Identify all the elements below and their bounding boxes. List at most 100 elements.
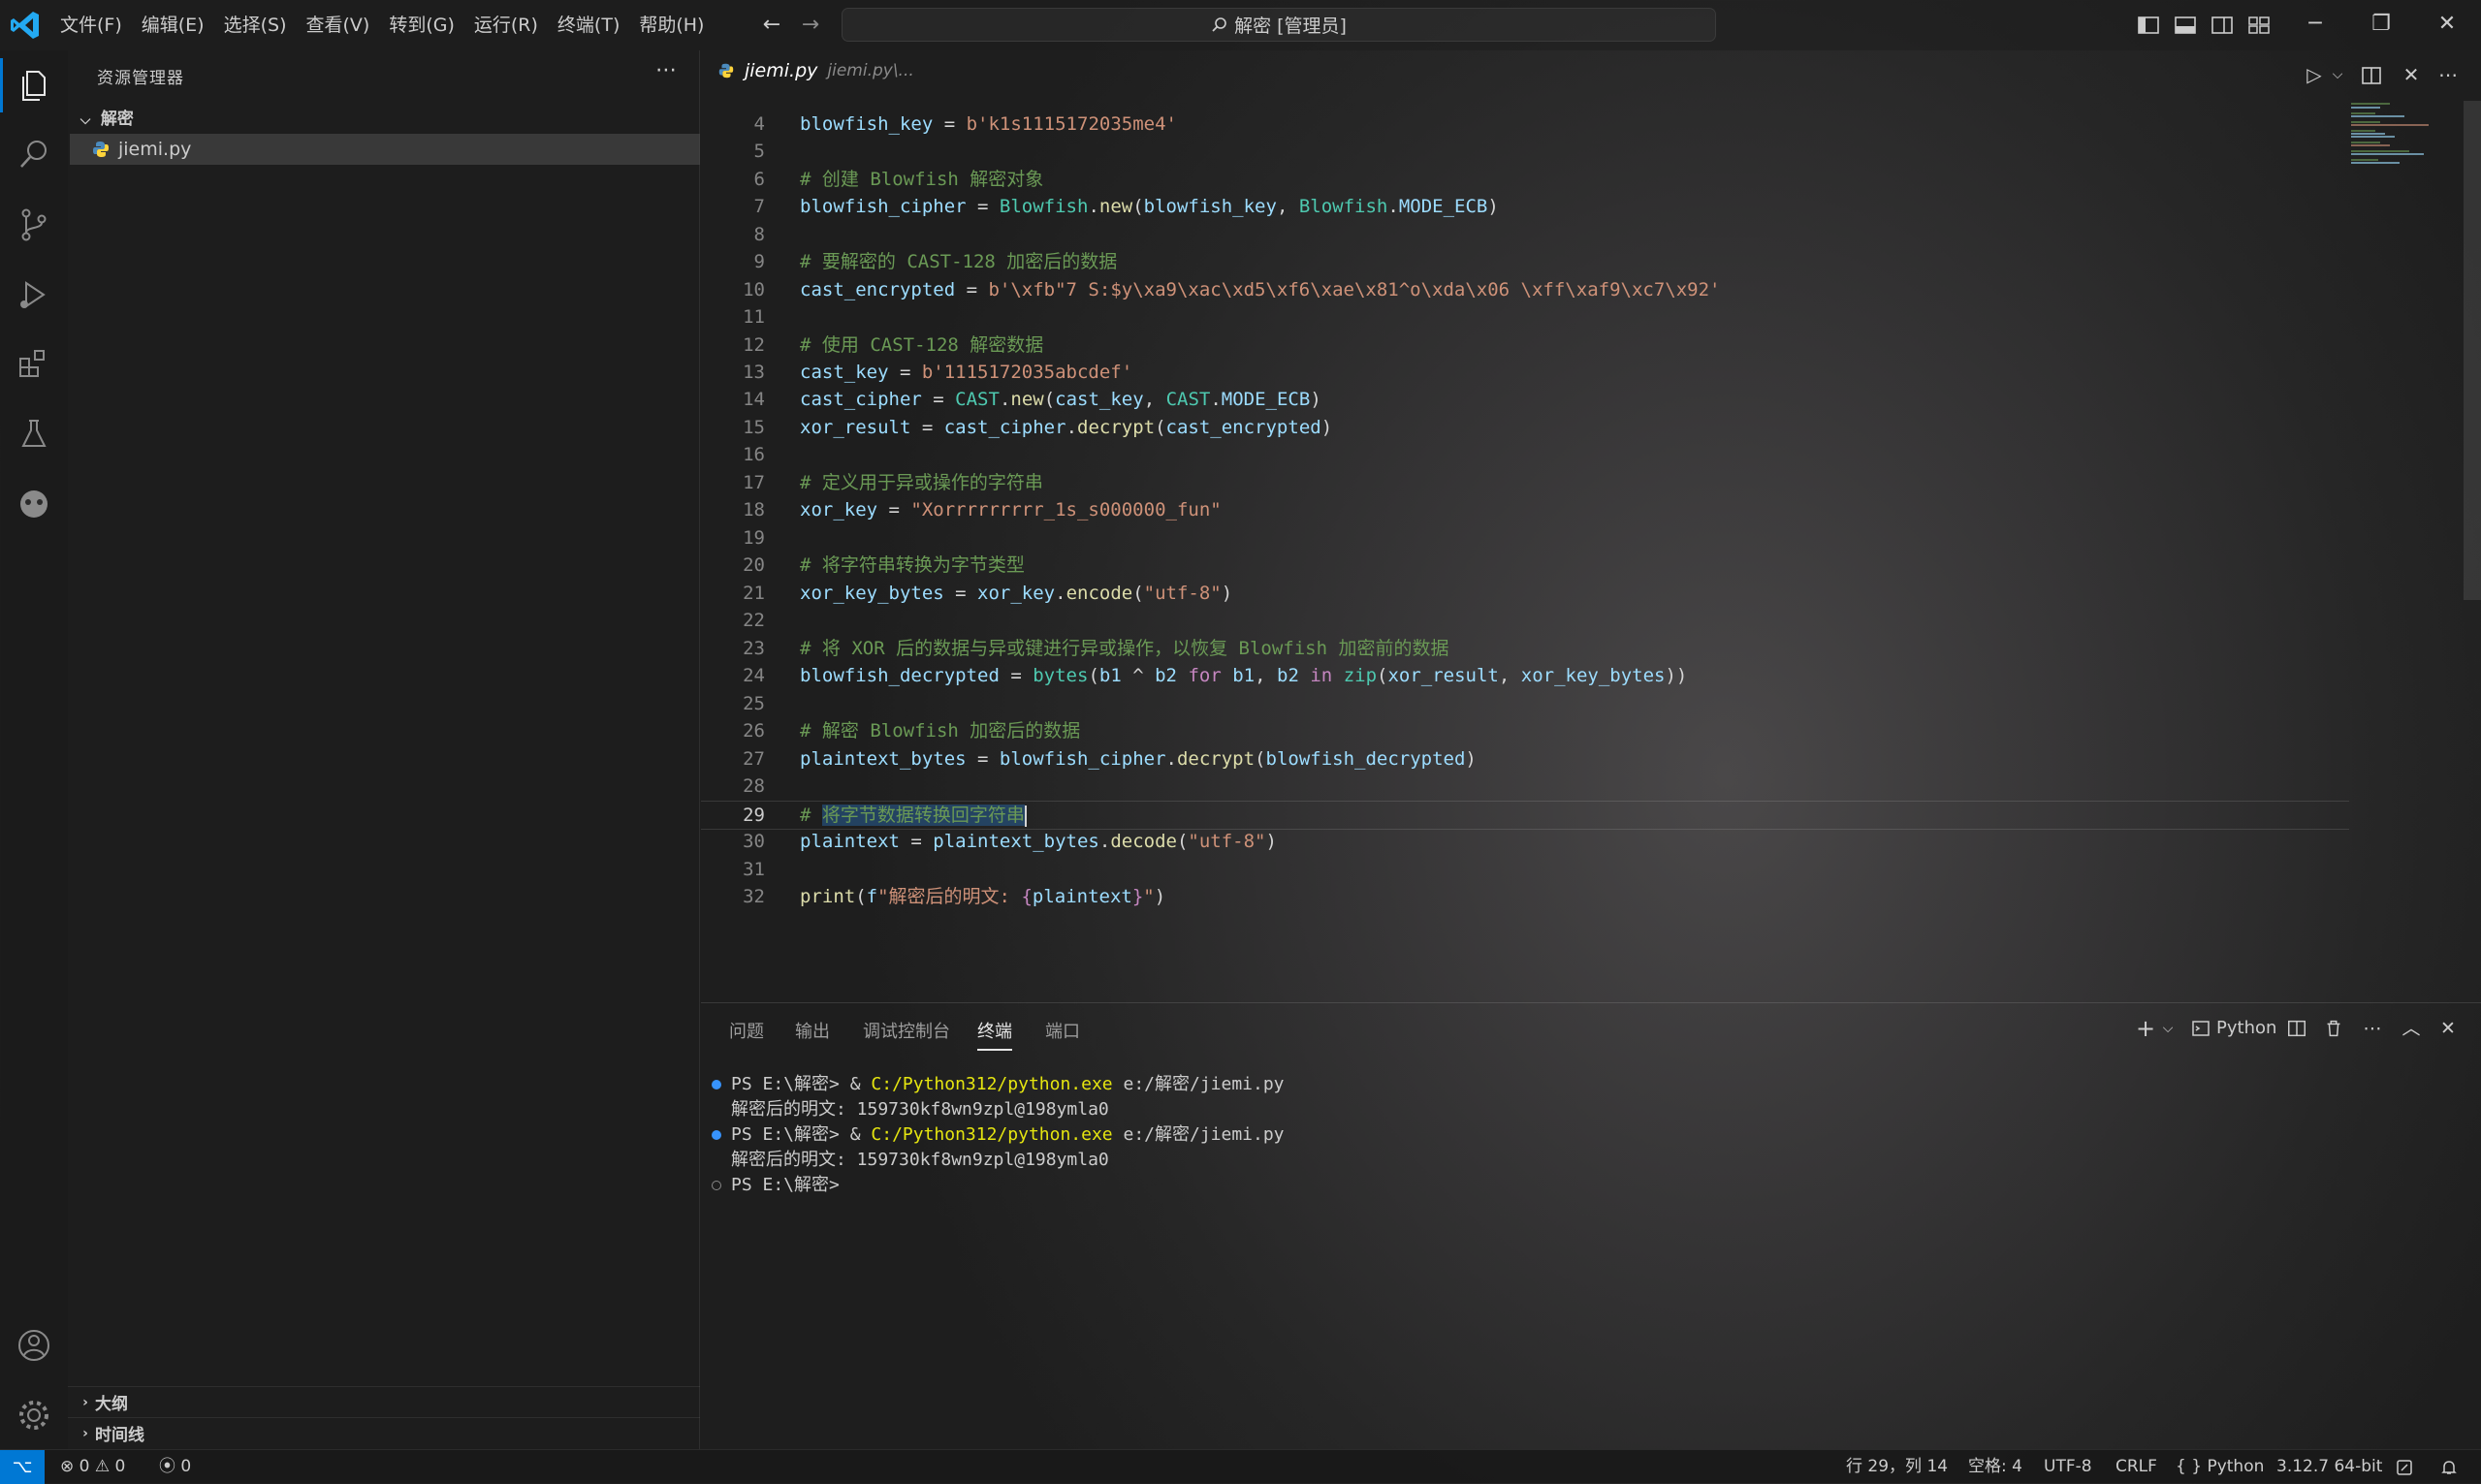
search-text: 解密 [管理员] — [1234, 16, 1347, 37]
terminal-line: 解密后的明文: 159730kf8wn9zpl@198ymla0 — [731, 1150, 1109, 1170]
tab-terminal[interactable]: 终端 — [977, 1018, 1012, 1051]
tab-path: jiemi.py\... — [827, 61, 914, 80]
maximize-panel-icon[interactable]: ︿ — [2397, 1014, 2426, 1043]
file-name: jiemi.py — [118, 139, 192, 160]
close-tab-icon[interactable]: ✕ — [2397, 60, 2426, 89]
toggle-primary-sidebar-icon[interactable] — [2135, 12, 2162, 39]
code-editor[interactable]: 4 blowfish_key = b'k1s1115172035me4' 5 6 #… — [701, 101, 2349, 1002]
language-mode[interactable]: { } Python — [2176, 1450, 2264, 1484]
close-panel-icon[interactable]: ✕ — [2433, 1014, 2463, 1043]
folder-row[interactable]: ⌵ 解密 — [68, 105, 700, 134]
editor-tab-bar — [701, 50, 2481, 101]
active-indicator — [0, 58, 3, 112]
tab-debug-console[interactable]: 调试控制台 — [863, 1018, 950, 1043]
python-file-icon — [93, 142, 109, 157]
minimap[interactable] — [2351, 101, 2467, 169]
code-line: 20 # 将字符串转换为字节类型 — [743, 554, 1025, 576]
code-line: 12 # 使用 CAST-128 解密数据 — [743, 334, 1044, 356]
back-arrow-icon[interactable]: ← — [756, 10, 787, 41]
menu-edit[interactable]: 编辑(E) — [132, 0, 214, 50]
code-line: 9 # 要解密的 CAST-128 加密后的数据 — [753, 251, 1118, 272]
code-line: 6 # 创建 Blowfish 解密对象 — [753, 169, 1044, 190]
terminal-dropdown-icon[interactable]: ⌵ — [2158, 1014, 2178, 1043]
tab-ports[interactable]: 端口 — [1045, 1018, 1080, 1043]
code-line: 16 — [743, 444, 765, 465]
braces-icon: { } — [2176, 1457, 2203, 1476]
settings-gear-icon[interactable] — [13, 1394, 55, 1437]
problems-status[interactable]: ⊗ 0 ⚠ 0 — [60, 1450, 125, 1484]
indentation[interactable]: 空格: 4 — [1968, 1450, 2022, 1484]
code-line: 4 blowfish_key = b'k1s1115172035me4' — [753, 113, 1177, 135]
code-line: 8 — [753, 224, 765, 245]
code-line: 10 cast_encrypted = b'\xfb"7 S:$y\xa9\xac… — [743, 279, 1721, 300]
command-center-search[interactable]: 解密 [管理员] — [842, 8, 1716, 42]
tab-title: jiemi.py — [745, 60, 818, 81]
timeline-section[interactable]: › 时间线 — [68, 1417, 700, 1448]
explorer-icon[interactable] — [13, 64, 55, 107]
toggle-secondary-sidebar-icon[interactable] — [2209, 12, 2236, 39]
run-debug-icon[interactable] — [13, 273, 55, 316]
search-view-icon[interactable] — [13, 134, 55, 176]
remote-icon[interactable]: ⌥ — [0, 1450, 45, 1484]
copilot-status-icon[interactable] — [2395, 1458, 2414, 1477]
folder-name: 解密 — [100, 110, 134, 129]
terminal-line: PS E:\解密> & C:/Python312/python.exe e:/解… — [712, 1072, 2457, 1097]
code-line: 25 — [743, 693, 765, 714]
editor-scrollbar[interactable] — [2464, 101, 2481, 600]
code-line: 32 print(f"解密后的明文: {plaintext}") — [743, 886, 1166, 907]
ports-status[interactable]: ⦿ 0 — [159, 1450, 191, 1484]
editor-more-icon[interactable]: ⋯ — [2433, 60, 2463, 89]
split-terminal-icon[interactable] — [2286, 1018, 2307, 1039]
menu-run[interactable]: 运行(R) — [464, 0, 548, 50]
encoding[interactable]: UTF-8 — [2044, 1450, 2092, 1484]
panel-more-icon[interactable]: ⋯ — [2358, 1014, 2387, 1043]
menu-file[interactable]: 文件(F) — [50, 0, 132, 50]
customize-layout-icon[interactable] — [2245, 12, 2273, 39]
source-control-icon[interactable] — [13, 204, 55, 246]
extensions-icon[interactable] — [13, 343, 55, 386]
outline-section[interactable]: › 大纲 — [68, 1386, 700, 1417]
tab-problems[interactable]: 问题 — [729, 1018, 764, 1043]
code-line: 14 cast_cipher = CAST.new(cast_key, CAST.… — [743, 389, 1321, 410]
copilot-icon[interactable] — [13, 483, 55, 525]
code-line: 7 blowfish_cipher = Blowfish.new(blowfish… — [753, 196, 1499, 217]
code-line: 28 — [743, 775, 765, 797]
code-line: 21 xor_key_bytes = xor_key.encode("utf-8"… — [743, 583, 1233, 604]
code-line: 11 — [743, 306, 765, 328]
code-line: 26 # 解密 Blowfish 加密后的数据 — [743, 720, 1081, 742]
menu-help[interactable]: 帮助(H) — [629, 0, 714, 50]
tab-output[interactable]: 输出 — [795, 1018, 830, 1043]
menu-selection[interactable]: 选择(S) — [214, 0, 297, 50]
chevron-right-icon: › — [82, 1394, 88, 1410]
close-window-icon[interactable]: ✕ — [2414, 0, 2480, 50]
run-dropdown-icon[interactable]: ⌵ — [2323, 60, 2352, 89]
cursor-position[interactable]: 行 29，列 14 — [1846, 1450, 1948, 1484]
terminal-output[interactable]: PS E:\解密> & C:/Python312/python.exe e:/解… — [712, 1072, 2457, 1198]
accounts-icon[interactable] — [13, 1324, 55, 1367]
menu-go[interactable]: 转到(G) — [379, 0, 464, 50]
python-interpreter[interactable]: 3.12.7 64-bit — [2276, 1450, 2382, 1484]
code-line: 23 # 将 XOR 后的数据与异或键进行异或操作，以恢复 Blowfish 加密… — [743, 638, 1449, 659]
split-editor-icon[interactable] — [2360, 64, 2383, 87]
menu-view[interactable]: 查看(V) — [297, 0, 380, 50]
warning-icon: ⚠ — [94, 1457, 111, 1476]
code-line: 5 — [753, 141, 765, 162]
forward-arrow-icon[interactable]: → — [795, 10, 826, 41]
more-actions-icon[interactable]: ⋯ — [652, 58, 681, 82]
line-ending[interactable]: CRLF — [2115, 1450, 2157, 1484]
explorer-sidebar — [68, 50, 700, 1449]
testing-icon[interactable] — [13, 413, 55, 456]
editor-tab-jiemi[interactable]: jiemi.py jiemi.py\... — [717, 60, 914, 81]
bell-icon[interactable] — [2439, 1458, 2459, 1477]
restore-icon[interactable]: ❐ — [2348, 0, 2414, 50]
radio-tower-icon: ⦿ — [159, 1457, 175, 1476]
new-terminal-icon[interactable]: + — [2131, 1014, 2160, 1043]
search-icon — [1212, 16, 1226, 32]
code-line: 18 xor_key = "Xorrrrrrrrr_1s_s000000_fun" — [743, 499, 1222, 521]
trash-icon[interactable] — [2323, 1018, 2344, 1039]
minimize-icon[interactable]: ─ — [2282, 0, 2348, 50]
error-icon: ⊗ — [60, 1457, 75, 1476]
toggle-panel-icon[interactable] — [2172, 12, 2199, 39]
file-item-jiemi[interactable]: jiemi.py — [70, 134, 700, 165]
menu-terminal[interactable]: 终端(T) — [548, 0, 629, 50]
